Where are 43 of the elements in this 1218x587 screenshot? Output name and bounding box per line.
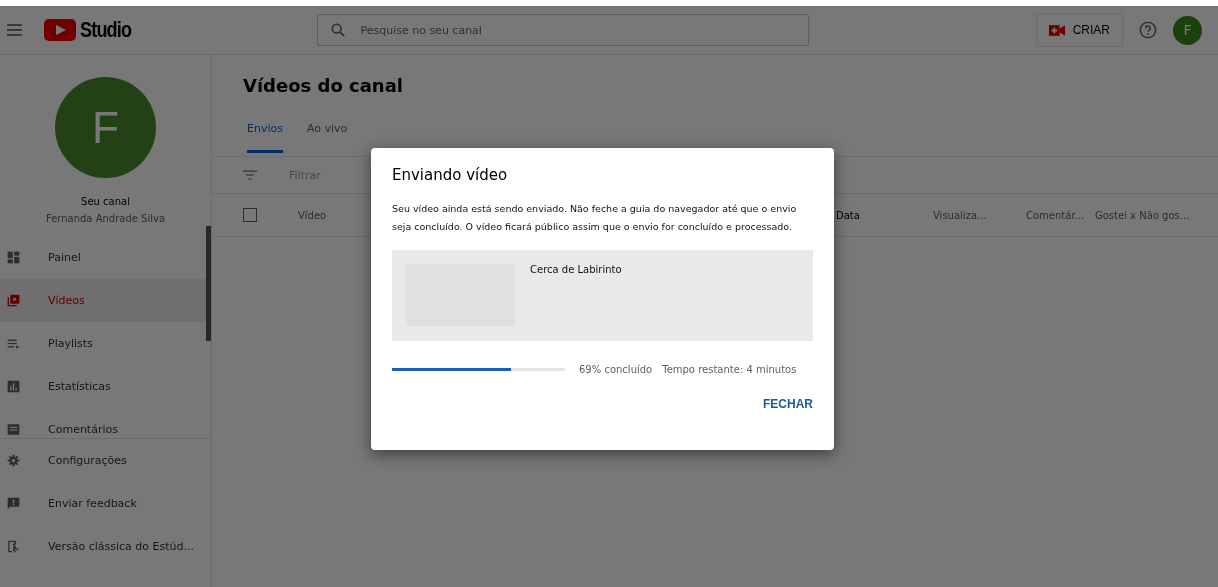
sidebar-item[interactable]: Vídeos — [0, 279, 206, 322]
dashboard-icon — [7, 251, 20, 264]
filter-icon[interactable] — [243, 170, 257, 180]
channel-name: Fernanda Andrade Silva — [45, 213, 166, 224]
search-field[interactable]: Pesquise no seu canal — [317, 14, 810, 46]
column-header[interactable]: Data — [836, 209, 933, 221]
running-figure-icon — [7, 540, 20, 553]
logo-text: Studio — [80, 17, 132, 43]
settings-icon — [7, 454, 20, 467]
progress-percent: 69% concluído — [579, 364, 653, 375]
column-header[interactable]: Gostei x Não gos... — [1095, 209, 1190, 221]
column-header[interactable]: Comentár... — [1026, 209, 1095, 221]
channel-label: Seu canal — [81, 196, 130, 207]
close-button[interactable]: FECHAR — [763, 393, 813, 415]
page-title: Vídeos do canal — [243, 75, 404, 96]
time-remaining: Tempo restante: 4 minutos — [662, 364, 797, 375]
bar-chart-icon — [7, 380, 20, 393]
video-camera-icon — [1048, 24, 1065, 36]
account-avatar[interactable]: F — [1173, 15, 1202, 45]
sidebar-item[interactable]: Configurações — [0, 439, 211, 482]
help-icon[interactable] — [1139, 21, 1157, 39]
column-header[interactable]: Visualiza... — [933, 209, 1026, 221]
sidebar-item[interactable]: Playlists — [0, 322, 206, 365]
sidebar-item[interactable]: Versão clássica do Estúd... — [0, 525, 211, 568]
video-title: Cerca de Labirinto — [530, 264, 622, 277]
tab[interactable]: Ao vivo — [306, 116, 348, 150]
sidebar-item[interactable]: Painel — [0, 236, 206, 279]
sidebar-item[interactable]: Comentários — [0, 408, 206, 438]
dialog-title: Enviando vídeo — [392, 166, 509, 184]
dialog-message: Seu vídeo ainda está sendo enviado. Não feche a guia do navegador até que o envio seja concluído. O vídeo ficará público assim que o envio for concluído e processado. — [392, 202, 797, 234]
play-logo-icon — [44, 19, 76, 41]
video-icon — [7, 294, 20, 307]
search-icon — [331, 23, 346, 37]
create-button[interactable]: CRIAR — [1035, 13, 1123, 47]
comment-icon — [7, 423, 20, 436]
playlist-icon — [7, 337, 20, 350]
channel-avatar[interactable]: F — [55, 77, 156, 178]
feedback-icon — [7, 497, 20, 510]
checkbox[interactable] — [243, 208, 257, 222]
sidebar-item[interactable]: Enviar feedback — [0, 482, 211, 525]
tab[interactable]: Envios — [247, 116, 283, 153]
sidebar-item[interactable]: Estatísticas — [0, 365, 206, 408]
menu-icon[interactable] — [7, 24, 22, 36]
